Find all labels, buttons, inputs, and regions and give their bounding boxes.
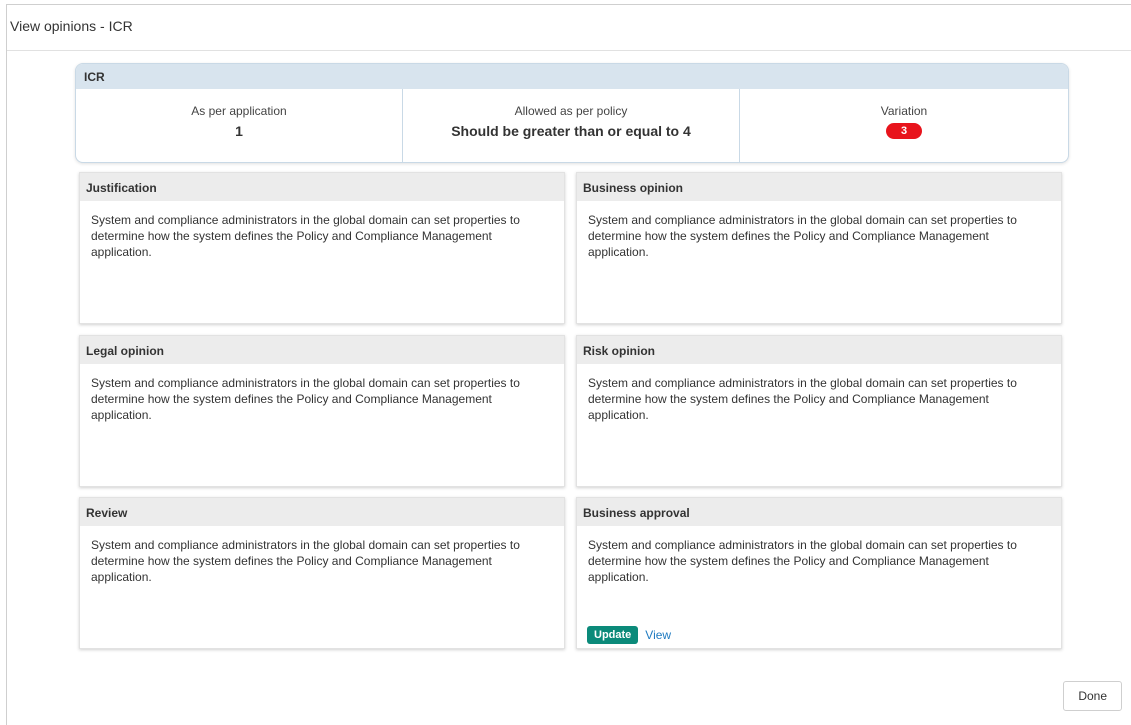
panel-text: System and compliance administrators in …: [91, 538, 520, 584]
panel-title: Justification: [80, 173, 564, 201]
risk-opinion-panel: Risk opinion System and compliance admin…: [576, 335, 1062, 487]
panel-title: Business approval: [577, 498, 1061, 526]
business-opinion-panel: Business opinion System and compliance a…: [576, 172, 1062, 324]
panel-title: Legal opinion: [80, 336, 564, 364]
business-approval-panel: Business approval System and compliance …: [576, 497, 1062, 649]
dialog-title: View opinions - ICR: [7, 5, 1131, 51]
review-panel: Review System and compliance administrat…: [79, 497, 565, 649]
panel-title: Business opinion: [577, 173, 1061, 201]
panel-title: Review: [80, 498, 564, 526]
justification-panel: Justification System and compliance admi…: [79, 172, 565, 324]
variation-label: Variation: [880, 104, 928, 118]
done-button[interactable]: Done: [1063, 681, 1122, 711]
panel-text: System and compliance administrators in …: [91, 376, 520, 422]
as-per-application-cell: As per application 1: [76, 89, 402, 162]
legal-opinion-panel: Legal opinion System and compliance admi…: [79, 335, 565, 487]
panel-text: System and compliance administrators in …: [588, 538, 1017, 584]
panel-text: System and compliance administrators in …: [91, 213, 520, 259]
business-approval-actions: Update View: [587, 626, 671, 644]
panel-text: System and compliance administrators in …: [588, 213, 1017, 259]
allowed-as-per-policy-cell: Allowed as per policy Should be greater …: [402, 89, 739, 162]
icr-summary-card: ICR As per application 1 Allowed as per …: [75, 63, 1069, 163]
allowed-as-per-policy-value: Should be greater than or equal to 4: [451, 123, 691, 139]
variation-badge: 3: [886, 123, 922, 139]
as-per-application-value: 1: [235, 123, 243, 139]
allowed-as-per-policy-label: Allowed as per policy: [514, 104, 628, 118]
update-button[interactable]: Update: [587, 626, 639, 644]
view-link[interactable]: View: [645, 628, 671, 642]
panel-title: Risk opinion: [577, 336, 1061, 364]
as-per-application-label: As per application: [191, 104, 287, 118]
variation-cell: Variation 3: [739, 89, 1068, 162]
panel-text: System and compliance administrators in …: [588, 376, 1017, 422]
icr-card-title: ICR: [76, 64, 1068, 89]
view-opinions-dialog: View opinions - ICR ICR As per applicati…: [6, 4, 1131, 725]
